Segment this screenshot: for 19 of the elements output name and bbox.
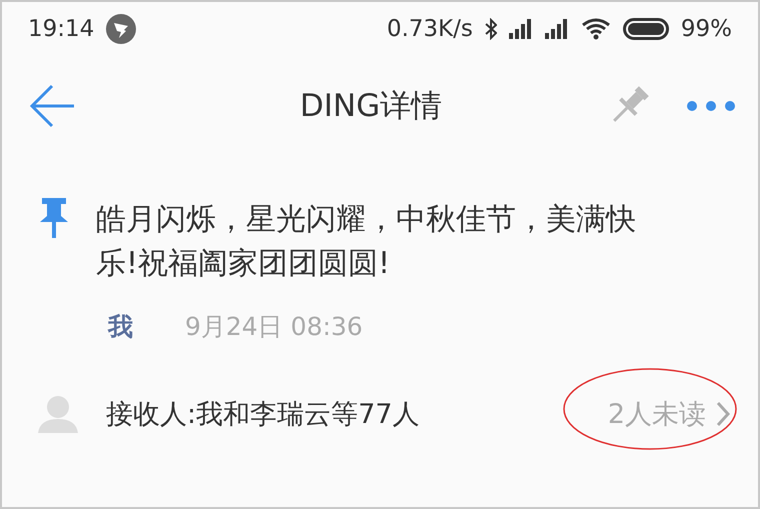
- bluetooth-icon: [484, 18, 497, 40]
- signal-icon: [544, 19, 569, 39]
- network-speed: 0.73K/s: [386, 16, 473, 42]
- page-title: DING详情: [298, 87, 444, 126]
- recipients-label: 接收人:我和李瑞云等77人: [106, 398, 420, 432]
- avatar-icon: [38, 395, 78, 433]
- status-time: 19:14: [28, 16, 94, 42]
- battery-level: 99%: [680, 16, 732, 42]
- message-time: 9月24日 08:36: [185, 311, 363, 343]
- more-icon[interactable]: [686, 100, 736, 112]
- back-icon[interactable]: [30, 84, 76, 128]
- wifi-icon: [580, 18, 611, 40]
- message-text: 皓月闪烁，星光闪耀，中秋佳节，美满快乐!祝福阖家团团圆圆!: [96, 201, 637, 283]
- signal-icon: [508, 19, 533, 39]
- sender-name: 我: [108, 311, 133, 343]
- pin-icon: [38, 198, 70, 238]
- app-icon: [106, 14, 136, 44]
- battery-icon: [622, 18, 669, 40]
- chevron-icon: [716, 401, 730, 427]
